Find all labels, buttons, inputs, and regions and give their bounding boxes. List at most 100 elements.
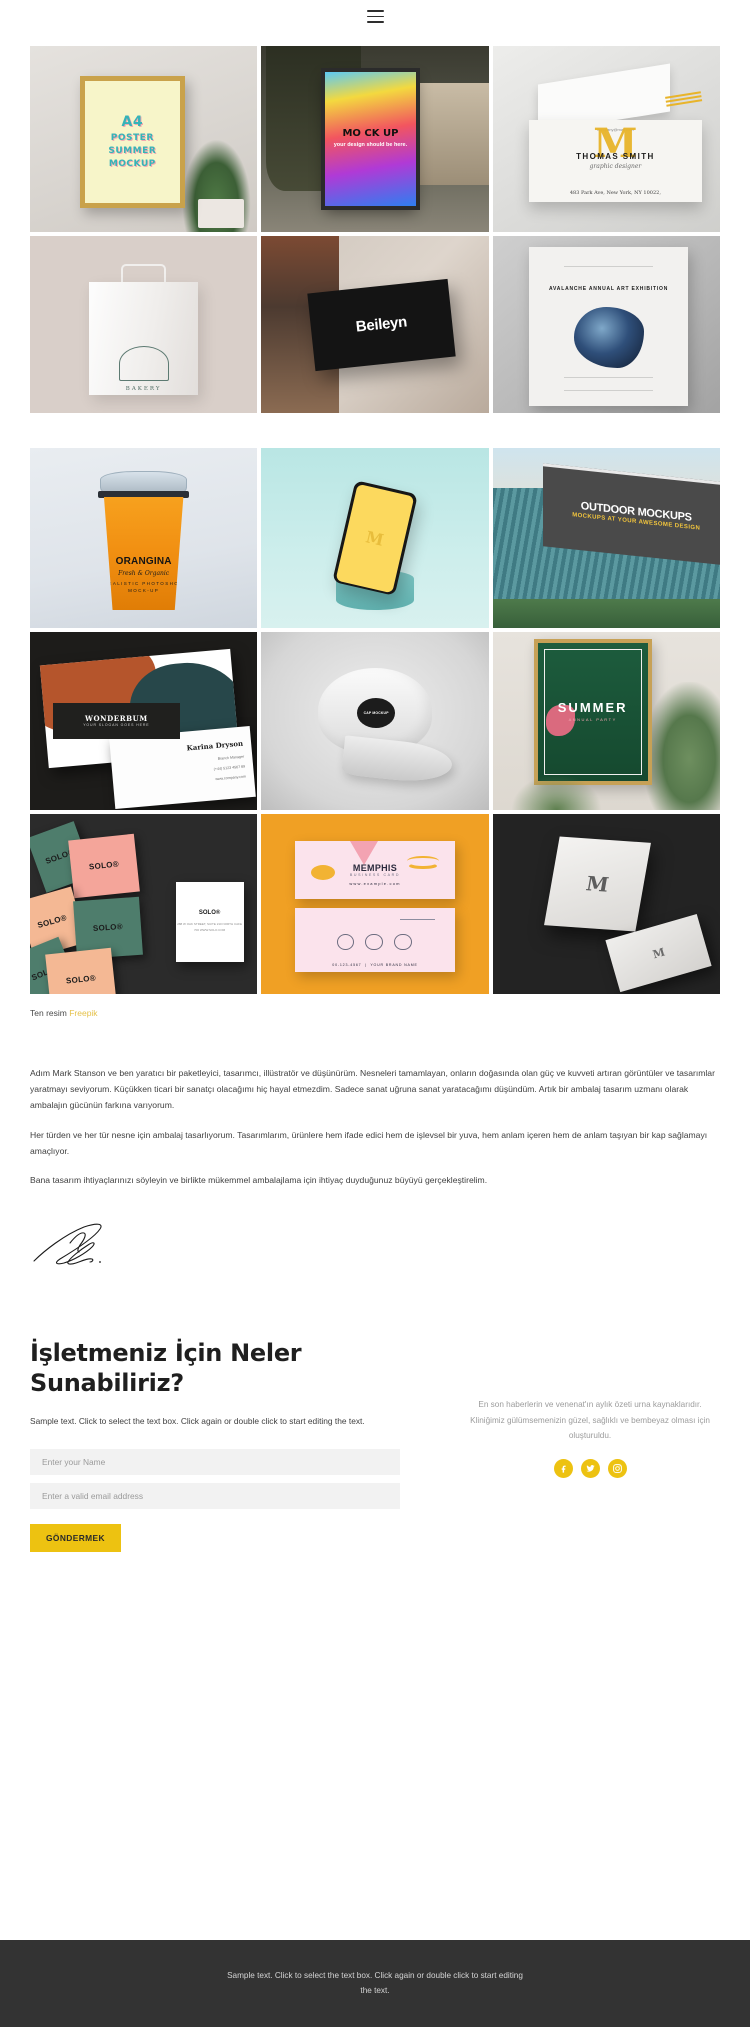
poster-artwork	[573, 307, 644, 368]
poster-line-4: MOCKUP	[108, 159, 156, 170]
solo-label-5: SOLO®	[65, 973, 97, 986]
building-decoration	[415, 83, 489, 186]
bag-label: BAKERY	[125, 385, 162, 392]
gallery-caption: Ten resim Freepik	[0, 994, 750, 1018]
bakery-logo-icon	[118, 345, 169, 382]
contact-section: İşletmeniz İçin Neler Sunabiliriz? Sampl…	[0, 1267, 750, 1552]
memphis-contact-line: 00-123-4567 | YOUR BRAND NAME	[332, 963, 418, 968]
gallery-item-memphis-business-card[interactable]: MEMPHIS BUSINESS CARD www.example.com 00…	[261, 814, 489, 994]
contact-side-text: En son haberlerin ve venenat'ın aylık öz…	[470, 1400, 710, 1440]
poster-rule-1	[564, 265, 654, 267]
contact-lead-text: Sample text. Click to select the text bo…	[30, 1415, 365, 1426]
solo-card-1: SOLO®	[68, 834, 140, 899]
memphis-heading: MEMPHIS BUSINESS CARD	[350, 863, 400, 877]
twitter-icon[interactable]	[580, 1458, 600, 1478]
cup-tagline: Fresh & Organic	[118, 569, 170, 577]
wonderbum-brand: WONDERBUM	[84, 714, 148, 724]
cup-lid	[100, 471, 187, 493]
gallery-item-bakery-paper-bag[interactable]: BAKERY	[30, 236, 258, 413]
gallery-item-avalanche-art-exhibition-poster[interactable]: AVALANCHE ANNUAL ART EXHIBITION	[492, 236, 720, 413]
gallery-item-wonderbum-business-card[interactable]: WONDERBUM YOUR SLOGAN GOES HERE Karina D…	[30, 632, 258, 810]
letterhead-sheet-front: M	[543, 836, 651, 932]
signature-block	[0, 1203, 750, 1267]
card-role: graphic designer	[589, 163, 642, 171]
bio-paragraph-2: Her türden ve her tür nesne için ambalaj…	[30, 1129, 708, 1156]
poster-rule-2	[564, 377, 654, 379]
contact-form-column: İşletmeniz İçin Neler Sunabiliriz? Sampl…	[30, 1339, 400, 1552]
wonderbum-person: Karina Dryson	[186, 738, 244, 753]
grass-decoration	[492, 599, 720, 628]
email-input[interactable]	[30, 1482, 400, 1509]
gallery-item-cap-mockup[interactable]: CAP MOCKUP	[261, 632, 489, 810]
gallery-grid-bottom: ORANGINA Fresh & Organic REALISTIC PHOTO…	[0, 448, 750, 994]
hamburger-bar-1	[366, 10, 384, 12]
gallery-grid-top: A4 POSTER SUMMER MOCKUP MO CK UP your de…	[0, 46, 750, 413]
gallery-item-orangina-cup-mockup[interactable]: ORANGINA Fresh & Organic REALISTIC PHOTO…	[30, 448, 258, 628]
poster-frame: A4 POSTER SUMMER MOCKUP	[80, 75, 185, 208]
facebook-icon[interactable]	[553, 1458, 573, 1478]
memphis-card-front: MEMPHIS BUSINESS CARD www.example.com	[295, 841, 455, 899]
bio-section: Adım Mark Stanson ve ben yaratıcı bir pa…	[0, 1018, 750, 1189]
site-header	[0, 0, 750, 33]
freepik-link[interactable]: Freepik	[69, 1008, 97, 1018]
hamburger-menu-icon[interactable]	[366, 10, 384, 23]
card-address: 483 Park Ave, New York, NY 10022,	[569, 189, 661, 196]
submit-button[interactable]: GÖNDERMEK	[30, 1523, 121, 1552]
phone-icon	[365, 933, 383, 951]
poster-line-1: A4	[121, 114, 144, 131]
poster-line-2: POSTER	[110, 133, 154, 144]
summer-title: SUMMER	[557, 699, 628, 715]
social-links	[460, 1458, 720, 1478]
cup-brand: ORANGINA	[115, 555, 172, 567]
gallery-item-solo-branding-cards[interactable]: SOLO® SOLO® SOLO® SOLO® SOLO® SOLO® SOLO…	[30, 814, 258, 994]
gallery-item-outdoor-billboard-mockup[interactable]: OUTDOOR MOCKUPS MOCKUPS AT YOUR AWESOME …	[492, 448, 720, 628]
solo-card-5: SOLO®	[45, 947, 117, 994]
memphis-rule	[400, 918, 436, 921]
gallery-item-a4-poster-summer-mockup[interactable]: A4 POSTER SUMMER MOCKUP	[30, 46, 258, 232]
hamburger-bar-2	[366, 15, 384, 18]
solo-white-brand: SOLO®	[198, 910, 221, 917]
summer-poster-art: SUMMER ANNUAL PARTY	[537, 643, 648, 782]
circle-decoration	[311, 865, 336, 881]
contact-info-column: En son haberlerin ve venenat'ın aylık öz…	[460, 1339, 720, 1551]
summer-subtitle: ANNUAL PARTY	[568, 717, 617, 723]
cup-subtext: REALISTIC PHOTOSHOP MOCK-UP	[103, 580, 184, 594]
eucalyptus-decoration	[642, 681, 720, 810]
memphis-tagline: YOUR BRAND NAME	[370, 963, 418, 968]
caption-text: Ten resim	[30, 1008, 70, 1018]
location-icon	[336, 933, 355, 951]
poster-sheet: A4 POSTER SUMMER MOCKUP	[85, 80, 180, 203]
gallery-item-summer-party-poster[interactable]: SUMMER ANNUAL PARTY	[492, 632, 720, 810]
gallery-item-phone-podium-mockup[interactable]: M	[261, 448, 489, 628]
poster-title: AVALANCHE ANNUAL ART EXHIBITION	[549, 285, 669, 292]
card-stripe-decoration	[665, 91, 702, 100]
gallery-item-thomas-smith-business-card[interactable]: company@mail.com M THOMAS SMITH graphic …	[492, 46, 720, 232]
twitter-glyph	[585, 1464, 595, 1472]
name-input[interactable]	[30, 1448, 400, 1475]
solo-label-4: SOLO®	[37, 913, 69, 931]
triangle-decoration	[349, 841, 378, 865]
billboard-title: MO CK UP	[342, 127, 399, 139]
gallery-item-street-billboard-mockup[interactable]: MO CK UP your design should be here.	[261, 46, 489, 232]
cup-body: ORANGINA Fresh & Organic REALISTIC PHOTO…	[103, 496, 184, 610]
cap-badge-label: CAP MOCKUP	[363, 710, 389, 715]
facebook-glyph	[561, 1465, 566, 1473]
bio-paragraph-1: Adım Mark Stanson ve ben yaratıcı bir pa…	[30, 1068, 715, 1110]
poster-rule-3	[564, 389, 654, 391]
hamburger-bar-3	[366, 21, 384, 23]
cap-brim	[341, 734, 455, 786]
gallery-item-beileyn-black-box[interactable]: Beileyn	[261, 236, 489, 413]
letterhead-monogram-large: M	[584, 871, 611, 897]
card-front: company@mail.com M THOMAS SMITH graphic …	[529, 120, 702, 203]
wonderbum-tag: WONDERBUM YOUR SLOGAN GOES HERE	[52, 703, 181, 739]
solo-white-address: 288 W OAK STREET, SUITE 210 NORTH CAFE 7…	[177, 922, 242, 933]
billboard-screen: MO CK UP your design should be here.	[324, 72, 416, 206]
solo-label-3: SOLO®	[93, 921, 124, 933]
memphis-brand: MEMPHIS	[352, 862, 398, 873]
memphis-subtitle: BUSINESS CARD	[349, 872, 401, 877]
gallery-item-m-letterhead-mockup[interactable]: M M	[492, 814, 720, 994]
summer-poster-frame: SUMMER ANNUAL PARTY	[533, 639, 652, 786]
instagram-icon[interactable]	[607, 1458, 627, 1478]
solo-white-card: SOLO® 288 W OAK STREET, SUITE 210 NORTH …	[175, 882, 244, 962]
pot-decoration	[198, 198, 244, 229]
